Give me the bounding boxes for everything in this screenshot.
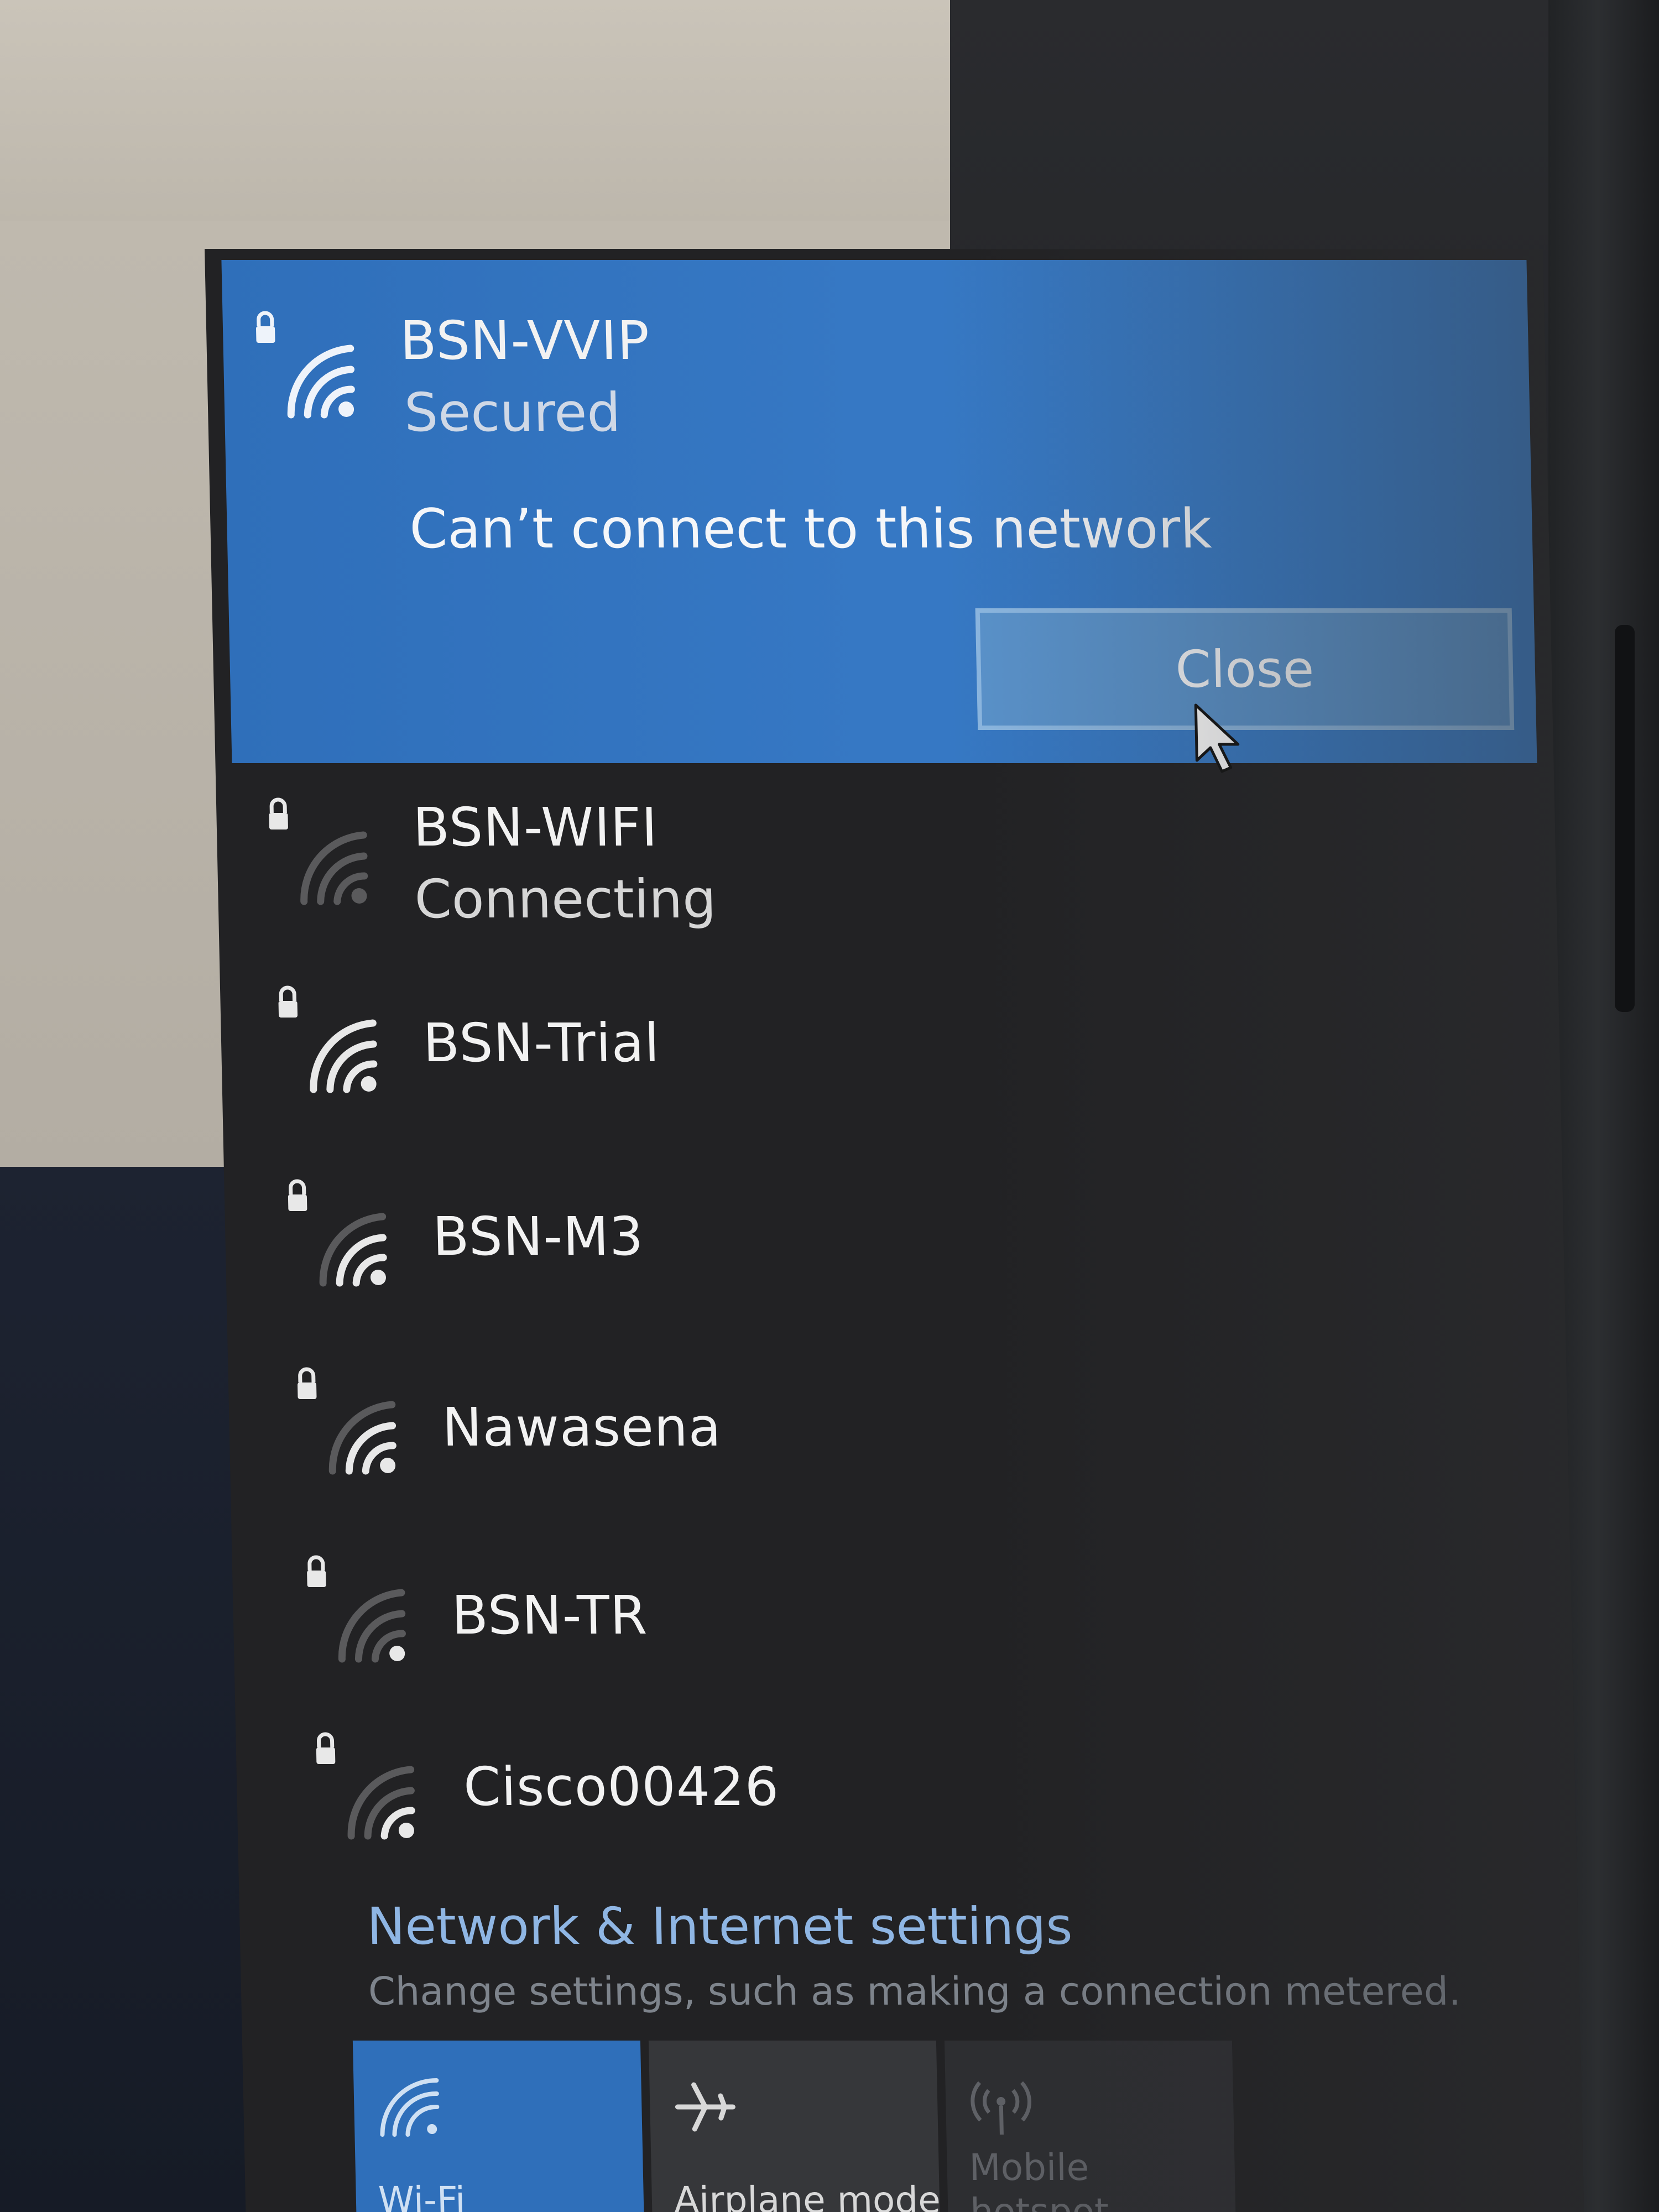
- network-item[interactable]: Nawasena: [228, 1349, 1503, 1515]
- airplane-icon: [675, 2082, 735, 2132]
- network-item[interactable]: BSN-Trial: [220, 968, 1495, 1134]
- network-item[interactable]: BSN-WIFI Connecting: [215, 763, 1490, 930]
- wifi-secured-icon: [288, 1178, 395, 1288]
- wifi-secured-icon: [269, 796, 376, 907]
- network-name: Cisco00426: [463, 1756, 780, 1818]
- network-item[interactable]: BSN-M3: [224, 1161, 1499, 1327]
- wifi-secured-icon: [278, 984, 385, 1095]
- network-status: Secured: [404, 382, 622, 444]
- network-name: BSN-M3: [432, 1206, 645, 1267]
- connection-error-message: Can’t connect to this network: [409, 498, 1213, 561]
- wifi-secured-icon: [297, 1366, 404, 1477]
- network-status: Connecting: [414, 868, 717, 930]
- mobile-hotspot-tile[interactable]: Mobile hotspot: [944, 2041, 1236, 2212]
- wifi-tile-label: Wi-Fi: [378, 2179, 466, 2212]
- network-settings-description: Change settings, such as making a connec…: [368, 1969, 1462, 2014]
- network-flyout: BSN-VVIP Secured Can’t connect to this n…: [205, 249, 1584, 2212]
- wifi-toggle-tile[interactable]: Wi-Fi: [352, 2041, 644, 2212]
- mobile-hotspot-label: Mobile hotspot: [968, 2146, 1109, 2212]
- wifi-secured-icon: [316, 1731, 423, 1841]
- background-window-top: [0, 0, 950, 221]
- network-item[interactable]: BSN-TR: [232, 1537, 1507, 1703]
- airplane-mode-tile[interactable]: Airplane mode: [648, 2041, 941, 2212]
- network-name: BSN-TR: [451, 1584, 649, 1646]
- network-name: BSN-Trial: [422, 1012, 661, 1074]
- wifi-secured-icon: [306, 1554, 414, 1665]
- hotspot-icon: [971, 2081, 1031, 2135]
- network-name: BSN-WIFI: [412, 796, 659, 858]
- network-name: Nawasena: [441, 1396, 722, 1458]
- wifi-secured-icon: [255, 310, 363, 420]
- network-settings-link[interactable]: Network & Internet settings: [366, 1897, 1073, 1956]
- selected-network-item[interactable]: BSN-VVIP Secured Can’t connect to this n…: [221, 260, 1537, 773]
- airplane-mode-label: Airplane mode: [674, 2179, 941, 2212]
- wifi-icon: [380, 2078, 440, 2137]
- network-name: BSN-VVIP: [399, 310, 651, 372]
- laptop-bezel-notch: [1615, 625, 1635, 1012]
- close-button[interactable]: Close: [975, 608, 1515, 730]
- desktop-area: [0, 1167, 254, 2212]
- network-item[interactable]: Cisco00426: [236, 1714, 1511, 1880]
